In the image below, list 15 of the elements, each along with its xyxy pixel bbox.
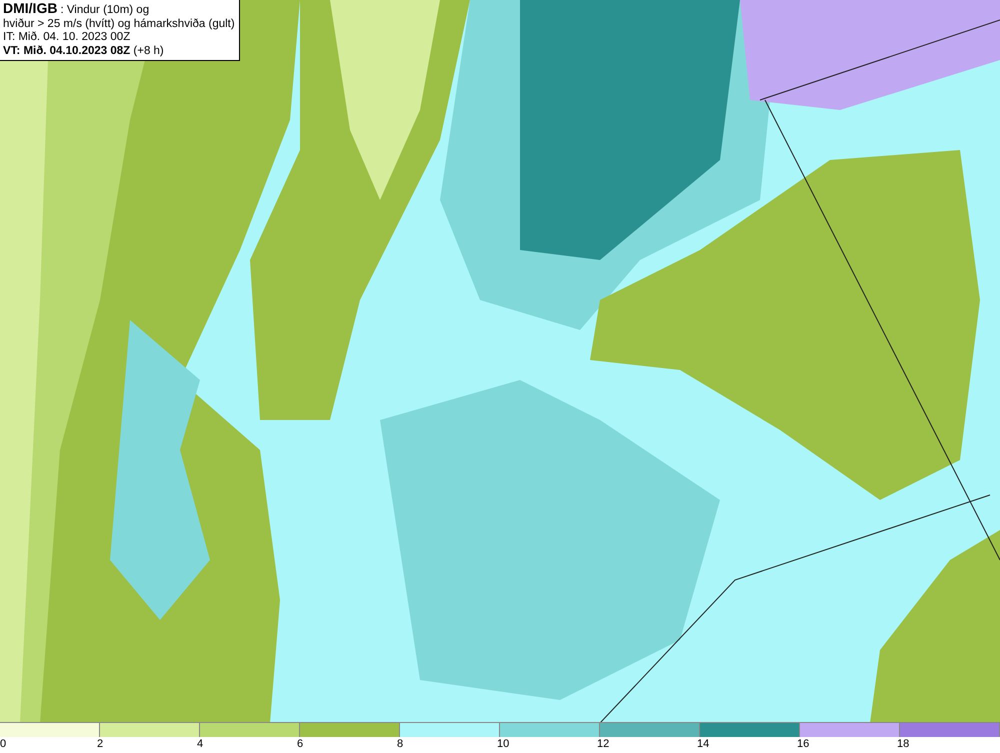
legend-label: 18: [897, 737, 910, 752]
legend-label: 12: [597, 737, 610, 752]
legend-label: 14: [697, 737, 710, 752]
legend-label: 16: [797, 737, 810, 752]
legend-label: 10: [497, 737, 510, 752]
map-info-line: hviður > 25 m/s (hvítt) og hámarkshviða (gult): [3, 18, 235, 31]
map-info-line: IT: Mið. 04. 10. 2023 00Z: [3, 31, 132, 44]
legend-label: 2: [97, 737, 104, 752]
map-subtitle: : Vindur (10m) og: [60, 4, 150, 18]
legend-label: 4: [197, 737, 204, 752]
map-info-line: VT: Mið. 04.10.2023 08Z (+8 h): [3, 44, 165, 58]
legend-label: 0: [0, 737, 6, 752]
legend-label: 6: [297, 737, 304, 752]
map-title: DMI/IGB: [3, 2, 58, 16]
legend-label: 8: [397, 737, 404, 752]
